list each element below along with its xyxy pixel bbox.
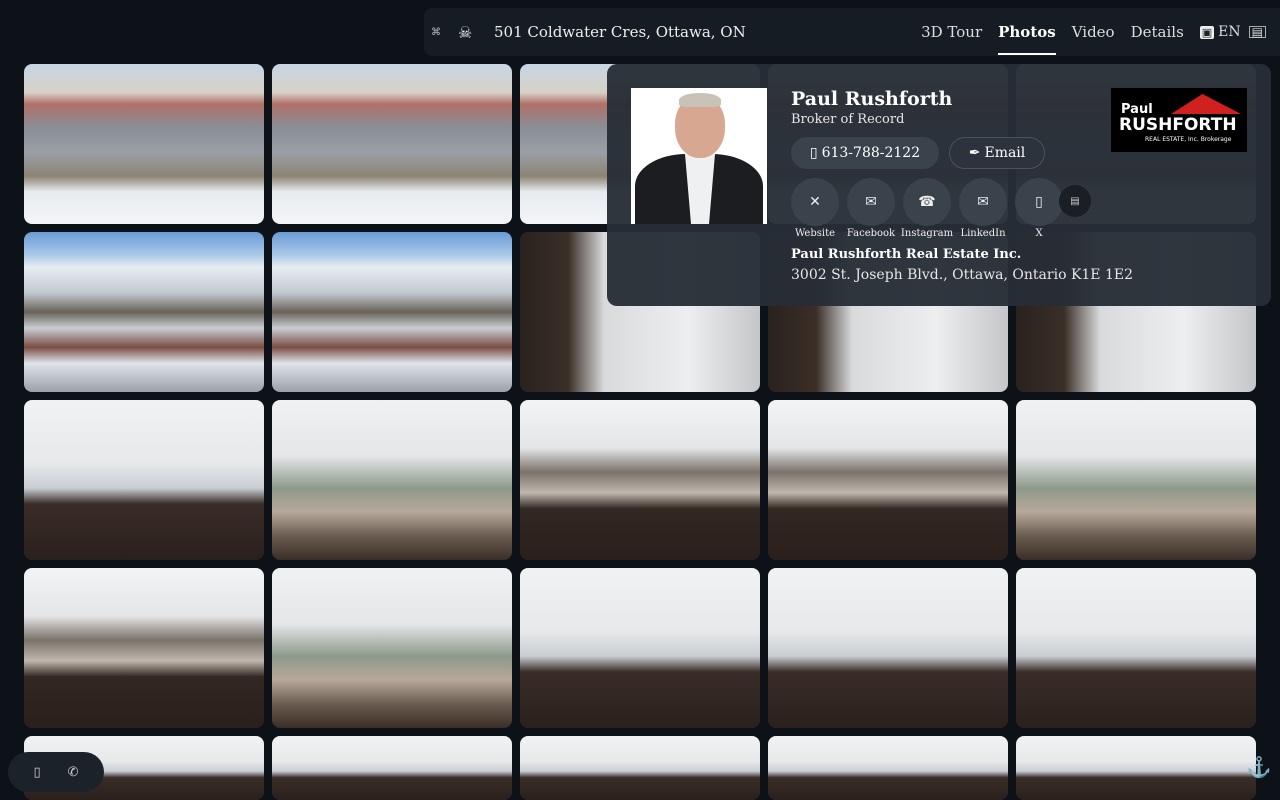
top-navigation-bar: ⌘ ☠ 501 Coldwater Cres, Ottawa, ON 3D To… [424, 8, 1280, 56]
brand-skull-icon: ☠ [458, 22, 473, 42]
facebook-icon: ✉ [865, 194, 877, 210]
email-label: Email [984, 145, 1026, 161]
close-icon: ✕ [809, 194, 821, 210]
social-label-website: Website [794, 228, 836, 239]
linkedin-icon: ✉ [977, 194, 989, 210]
flag-icon: ▣ [1199, 25, 1215, 39]
call-phone-button[interactable]: ▯ 613-788-2122 [791, 137, 939, 169]
company-address: 3002 St. Joseph Blvd., Ottawa, Ontario K… [791, 267, 1134, 283]
tab-video[interactable]: Video [1072, 8, 1115, 56]
photo-thumbnail[interactable] [1016, 568, 1256, 728]
photo-thumbnail[interactable] [1016, 736, 1256, 800]
photo-thumbnail[interactable] [272, 400, 512, 560]
photo-thumbnail[interactable] [520, 736, 760, 800]
agent-photo [631, 88, 767, 224]
photo-thumbnail[interactable] [24, 232, 264, 392]
agent-name: Paul Rushforth [791, 88, 953, 110]
mobile-icon: ▯ [809, 145, 818, 161]
website-button[interactable]: ✕ [791, 178, 839, 226]
social-label-facebook: Facebook [846, 228, 896, 239]
mobile-icon[interactable]: ▯ [33, 765, 40, 780]
agent-contact-card: Paul Rushforth Broker of Record ▯ 613-78… [607, 64, 1271, 306]
photo-thumbnail[interactable] [24, 400, 264, 560]
card-icon: ▤ [1070, 195, 1080, 207]
company-name: Paul Rushforth Real Estate Inc. [791, 247, 1022, 262]
email-button[interactable]: ✒ Email [949, 137, 1045, 169]
facebook-button[interactable]: ✉ [847, 178, 895, 226]
social-label-x: X [1035, 228, 1043, 239]
logo-roof-shape [1171, 94, 1241, 114]
agent-title: Broker of Record [791, 112, 905, 127]
phone-number: 613-788-2122 [821, 145, 921, 161]
more-button[interactable]: ▤ [1059, 185, 1091, 217]
photo-thumbnail[interactable] [520, 400, 760, 560]
menu-icon[interactable]: ⌘ [428, 27, 444, 38]
tab-photos[interactable]: Photos [998, 8, 1056, 56]
phone-icon[interactable]: ✆ [68, 765, 79, 780]
brokerage-logo: Paul RUSHFORTH REAL ESTATE, Inc. Brokera… [1111, 88, 1247, 152]
instagram-button[interactable]: ☎ [903, 178, 951, 226]
photo-thumbnail[interactable] [768, 400, 1008, 560]
language-selector[interactable]: ▣ EN [1199, 24, 1241, 40]
photo-thumbnail[interactable] [272, 232, 512, 392]
photo-thumbnail[interactable] [24, 64, 264, 224]
mobile-icon: ▯ [1035, 194, 1043, 210]
social-label-linkedin: LinkedIn [960, 228, 1006, 239]
tab-details[interactable]: Details [1131, 8, 1184, 56]
photo-thumbnail[interactable] [272, 736, 512, 800]
linkedin-button[interactable]: ✉ [959, 178, 1007, 226]
logo-line-2: RUSHFORTH [1119, 115, 1237, 135]
x-button[interactable]: ▯ [1015, 178, 1063, 226]
tab-3d-tour[interactable]: 3D Tour [921, 8, 982, 56]
accessibility-icon[interactable]: ⚓ [1246, 754, 1272, 780]
tab-bar: 3D Tour Photos Video Details ▣ EN ▤ [921, 8, 1280, 56]
photo-thumbnail[interactable] [1016, 400, 1256, 560]
pen-icon: ✒ [968, 145, 981, 161]
listing-address: 501 Coldwater Cres, Ottawa, ON [494, 23, 746, 41]
photo-thumbnail[interactable] [768, 568, 1008, 728]
social-label-instagram: Instagram [900, 228, 954, 239]
logo-line-3: REAL ESTATE, Inc. Brokerage [1145, 136, 1232, 143]
photo-thumbnail[interactable] [272, 568, 512, 728]
contact-card-icon[interactable]: ▤ [1248, 26, 1266, 38]
phone-icon: ☎ [918, 194, 936, 210]
photo-thumbnail[interactable] [272, 64, 512, 224]
bottom-controls: ▯ ✆ [8, 752, 104, 792]
language-label: EN [1218, 24, 1241, 40]
photo-thumbnail[interactable] [520, 568, 760, 728]
photo-thumbnail[interactable] [768, 736, 1008, 800]
photo-thumbnail[interactable] [24, 568, 264, 728]
